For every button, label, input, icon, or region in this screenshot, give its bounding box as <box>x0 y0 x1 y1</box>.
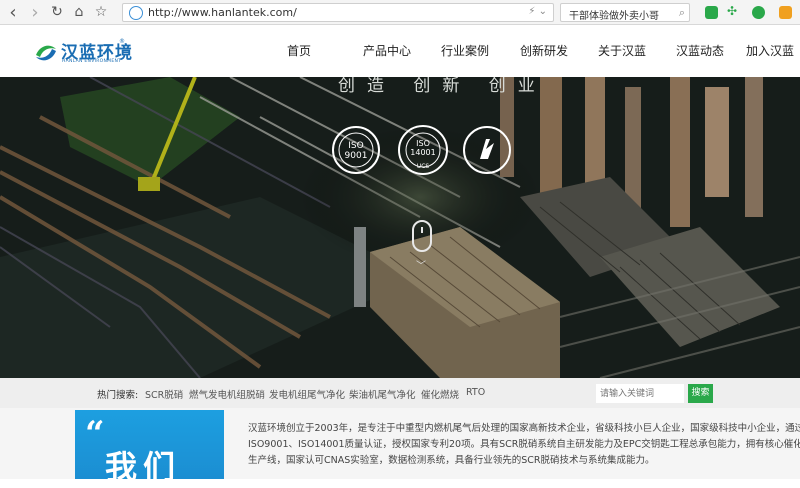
address-dropdown-icon[interactable]: ⚡ ⌄ <box>528 6 547 17</box>
about-us-heading: 我们 <box>105 448 182 486</box>
back-icon[interactable]: ‹ <box>2 1 24 23</box>
nav-about[interactable]: 关于汉蓝 <box>584 26 660 77</box>
home-icon[interactable]: ⌂ <box>68 1 90 23</box>
hot-keyword-diesel[interactable]: 柴油机尾气净化 <box>349 387 416 401</box>
chevron-down-icon[interactable]: ﹀ <box>416 257 426 272</box>
site-logo[interactable]: 汉蓝环境 ® HANLAN ENVIRONMENT <box>34 38 134 69</box>
hero-banner: 创造 创新 创业 ISO 9001 ISO 14001 UCS ﹀ <box>0 77 800 378</box>
reload-icon[interactable]: ↻ <box>46 1 68 23</box>
nav-news[interactable]: 汉蓝动态 <box>660 26 740 77</box>
intro-line-2: ISO9001、ISO14001质量认证，授权国家专利20项。具有SCR脱硝系统… <box>248 439 800 450</box>
hot-keyword-genset-exhaust[interactable]: 发电机组尾气净化 <box>269 387 345 401</box>
hot-keyword-gas-genset[interactable]: 燃气发电机组脱硝 <box>189 387 265 401</box>
hero-slogan: 创造 创新 创业 <box>338 77 547 96</box>
iso14001-num: 14001 <box>410 148 435 157</box>
search-icon[interactable]: ⌕ <box>679 6 685 20</box>
nav-cases[interactable]: 行业案例 <box>426 26 504 77</box>
hot-keyword-catalytic[interactable]: 催化燃烧 <box>421 387 459 401</box>
browser-search-text: 干部体验做外卖小哥 <box>569 11 659 22</box>
iso14001-badge-icon: ISO 14001 UCS <box>398 125 448 175</box>
extension-orange-icon[interactable] <box>752 6 765 19</box>
browser-search-input[interactable]: 干部体验做外卖小哥 ⌕ <box>560 3 690 22</box>
iso9001-top: ISO <box>348 141 363 151</box>
logo-subtitle: HANLAN ENVIRONMENT <box>62 59 122 64</box>
hot-search-bar: 热门搜索: SCR脱硝 燃气发电机组脱硝 发电机组尾气净化 柴油机尾气净化 催化… <box>0 378 800 408</box>
intro-paragraph: 汉蓝环境创立于2003年，是专注于中重型内燃机尾气后处理的国家高新技术企业，省级… <box>248 421 800 469</box>
hot-keyword-rto[interactable]: RTO <box>466 387 485 398</box>
main-nav: 首页 产品中心 行业案例 创新研发 关于汉蓝 汉蓝动态 加入汉蓝 <box>270 26 800 77</box>
iso14001-top: ISO <box>416 139 430 148</box>
extension-leaf-icon[interactable]: ✣ <box>727 4 740 18</box>
address-url: http://www.hanlantek.com/ <box>148 6 297 19</box>
intro-line-3: 生产线，国家认可CNAS实验室，数据检测系统，具备行业领先的SCR脱硝技术与系统… <box>248 455 655 466</box>
intro-section: “ 我们 汉蓝环境创立于2003年，是专注于中重型内燃机尾气后处理的国家高新技术… <box>0 408 800 486</box>
iso9001-badge-icon: ISO 9001 <box>332 126 380 174</box>
keyword-search-input[interactable] <box>596 384 684 403</box>
extension-green-icon[interactable] <box>705 6 718 19</box>
site-globe-icon <box>129 5 143 20</box>
iso14001-ucs: UCS <box>417 163 430 170</box>
logo-mark-icon <box>36 45 56 61</box>
iso9001-num: 9001 <box>345 151 368 161</box>
quote-mark-icon: “ <box>85 414 105 454</box>
high-tech-badge-icon <box>463 126 511 174</box>
nav-research[interactable]: 创新研发 <box>504 26 584 77</box>
site-header: 汉蓝环境 ® HANLAN ENVIRONMENT 首页 产品中心 行业案例 创… <box>0 26 800 77</box>
keyword-search-button[interactable]: 搜索 <box>688 384 713 403</box>
nav-join[interactable]: 加入汉蓝 <box>740 26 800 77</box>
extension-shield-icon[interactable] <box>779 6 792 19</box>
about-us-tile[interactable]: “ 我们 <box>75 410 224 486</box>
hot-keyword-scr[interactable]: SCR脱硝 <box>145 387 183 401</box>
intro-line-1: 汉蓝环境创立于2003年，是专注于中重型内燃机尾气后处理的国家高新技术企业，省级… <box>248 423 800 434</box>
nav-products[interactable]: 产品中心 <box>348 26 426 77</box>
scroll-down-mouse-icon[interactable] <box>412 220 432 252</box>
hero-industrial-image <box>0 77 800 378</box>
nav-home[interactable]: 首页 <box>270 26 328 77</box>
hot-search-label: 热门搜索: <box>97 390 139 401</box>
logo-registered-mark: ® <box>119 38 125 45</box>
address-bar[interactable]: http://www.hanlantek.com/ ⚡ ⌄ <box>122 3 554 22</box>
forward-icon[interactable]: › <box>24 1 46 23</box>
star-icon[interactable]: ☆ <box>90 1 112 23</box>
